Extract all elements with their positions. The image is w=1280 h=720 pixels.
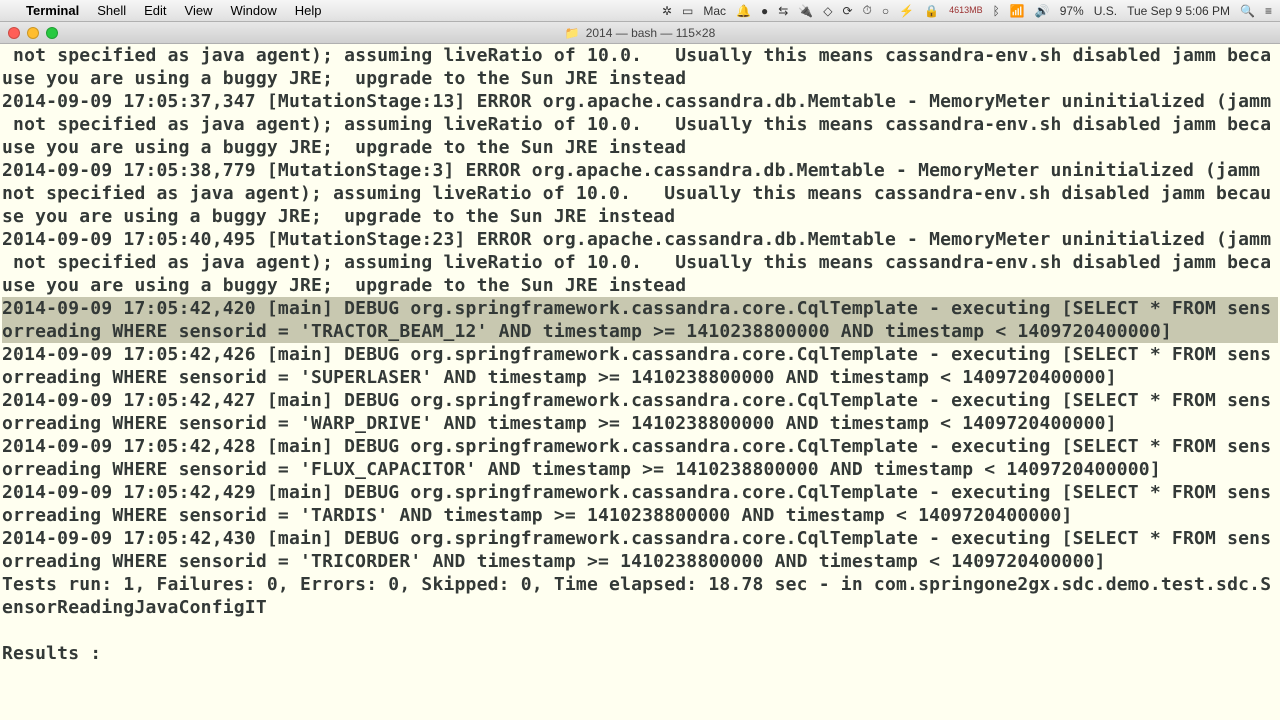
spotlight-icon[interactable]: 🔍 [1240,4,1255,18]
refresh-icon[interactable]: ⟳ [842,4,852,18]
memory-indicator[interactable]: 4613MB [949,6,983,15]
terminal-line: orreading WHERE sensorid = 'TRACTOR_BEAM… [2,320,1278,343]
traffic-lights [0,27,58,39]
sync-icon[interactable]: ⇆ [778,4,788,18]
lock-icon[interactable]: 🔒 [924,4,939,18]
close-button[interactable] [8,27,20,39]
menu-window[interactable]: Window [231,3,277,18]
terminal-line: not specified as java agent); assuming l… [2,251,1278,274]
terminal-output[interactable]: not specified as java agent); assuming l… [0,44,1280,720]
terminal-line: orreading WHERE sensorid = 'FLUX_CAPACIT… [2,458,1278,481]
clock[interactable]: Tue Sep 9 5:06 PM [1127,4,1230,18]
battery-icon[interactable]: 🔌 [798,4,813,18]
terminal-line: orreading WHERE sensorid = 'TARDIS' AND … [2,504,1278,527]
window-title: 📁 2014 — bash — 115×28 [565,26,716,40]
input-flag[interactable]: U.S. [1094,4,1117,18]
terminal-line: 2014-09-09 17:05:42,427 [main] DEBUG org… [2,389,1278,412]
terminal-line: not specified as java agent); assuming l… [2,113,1278,136]
terminal-line: Results : [2,642,1278,665]
volume-icon[interactable]: 🔊 [1035,4,1050,18]
terminal-line: 2014-09-09 17:05:42,429 [main] DEBUG org… [2,481,1278,504]
terminal-line: use you are using a buggy JRE; upgrade t… [2,136,1278,159]
terminal-line: orreading WHERE sensorid = 'SUPERLASER' … [2,366,1278,389]
terminal-line: not specified as java agent); assuming l… [2,182,1278,205]
timer-icon[interactable]: ⏱ [863,3,872,18]
bluetooth-icon[interactable]: ᛒ [993,4,1000,18]
display-icon[interactable]: ▭ [682,4,693,18]
terminal-line: 2014-09-09 17:05:40,495 [MutationStage:2… [2,228,1278,251]
menu-icon[interactable]: ≡ [1265,4,1272,18]
terminal-line: use you are using a buggy JRE; upgrade t… [2,67,1278,90]
menu-shell[interactable]: Shell [97,3,126,18]
menu-view[interactable]: View [185,3,213,18]
app-name[interactable]: Terminal [26,3,79,18]
terminal-line: 2014-09-09 17:05:37,347 [MutationStage:1… [2,90,1278,113]
mac-label[interactable]: Mac [703,4,726,18]
terminal-line: 2014-09-09 17:05:42,426 [main] DEBUG org… [2,343,1278,366]
menubar: Terminal Shell Edit View Window Help ✲ ▭… [0,0,1280,22]
terminal-line: 2014-09-09 17:05:42,430 [main] DEBUG org… [2,527,1278,550]
dot-icon[interactable]: ● [761,4,768,18]
battery-pct[interactable]: 97% [1060,4,1084,18]
terminal-line: use you are using a buggy JRE; upgrade t… [2,274,1278,297]
terminal-line: orreading WHERE sensorid = 'TRICORDER' A… [2,550,1278,573]
terminal-line: Tests run: 1, Failures: 0, Errors: 0, Sk… [2,573,1278,596]
terminal-line: orreading WHERE sensorid = 'WARP_DRIVE' … [2,412,1278,435]
dropbox-icon[interactable]: ◇ [823,4,832,18]
window-titlebar[interactable]: 📁 2014 — bash — 115×28 [0,22,1280,44]
zoom-button[interactable] [46,27,58,39]
wifi-icon[interactable]: 📶 [1010,4,1025,18]
bolt-icon[interactable]: ⚡ [899,4,914,18]
terminal-line: not specified as java agent); assuming l… [2,44,1278,67]
terminal-line [2,619,1278,642]
menubar-left: Terminal Shell Edit View Window Help [8,3,322,18]
menubar-right: ✲ ▭ Mac 🔔 ● ⇆ 🔌 ◇ ⟳ ⏱ ○ ⚡ 🔒 4613MB ᛒ 📶 🔊… [662,3,1272,18]
menu-help[interactable]: Help [295,3,322,18]
window-title-text: 2014 — bash — 115×28 [586,26,716,40]
menu-edit[interactable]: Edit [144,3,166,18]
notification-icon[interactable]: 🔔 [736,4,751,18]
terminal-line: 2014-09-09 17:05:42,420 [main] DEBUG org… [2,297,1278,320]
terminal-line: ensorReadingJavaConfigIT [2,596,1278,619]
minimize-button[interactable] [27,27,39,39]
folder-icon: 📁 [565,26,580,40]
terminal-line: 2014-09-09 17:05:42,428 [main] DEBUG org… [2,435,1278,458]
terminal-line: 2014-09-09 17:05:38,779 [MutationStage:3… [2,159,1278,182]
terminal-line: se you are using a buggy JRE; upgrade to… [2,205,1278,228]
circle-icon[interactable]: ○ [882,4,889,18]
fan-icon[interactable]: ✲ [662,4,672,18]
